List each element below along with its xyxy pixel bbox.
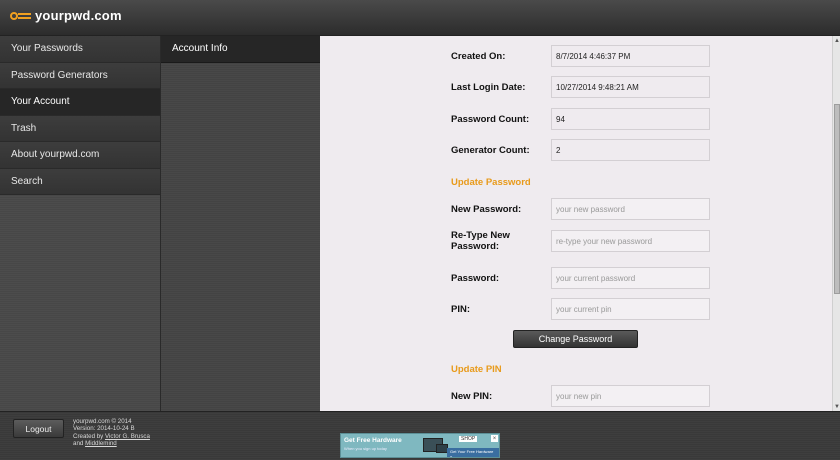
subnav-item-account-info[interactable]: Account Info [161, 36, 320, 63]
new-pin-row: New PIN: [451, 385, 551, 407]
new-password-label: New Password: [451, 203, 522, 215]
account-panel: Created On: 8/7/2014 4:46:37 PM Last Log… [320, 36, 832, 411]
last-login-row: Last Login Date: [451, 76, 551, 98]
sidebar-item-your-passwords[interactable]: Your Passwords [0, 36, 160, 63]
author-link[interactable]: Victor G. Brusca [105, 433, 150, 440]
shop-label: SHOP [459, 436, 478, 442]
created-by-line: Created by Victor G. Brusca [73, 433, 150, 440]
retype-password-label: Re-Type New Password: [451, 230, 510, 252]
last-login-value: 10/27/2014 9:48:21 AM [551, 76, 710, 98]
copyright-text: yourpwd.com © 2014 [73, 418, 132, 425]
new-password-row: New Password: [451, 198, 551, 220]
created-on-value: 8/7/2014 4:46:37 PM [551, 45, 710, 67]
close-icon[interactable]: × [491, 435, 498, 442]
sidebar-item-password-generators[interactable]: Password Generators [0, 62, 160, 89]
retype-password-row: Re-Type New Password: [451, 230, 551, 252]
new-pin-input[interactable]: your new pin [551, 385, 710, 407]
retype-password-input[interactable]: re-type your new password [551, 230, 710, 252]
sidebar: Your Passwords Password Generators Your … [0, 36, 160, 411]
update-pin-heading: Update PIN [451, 364, 502, 375]
key-icon [10, 9, 32, 23]
subnav: Account Info [160, 36, 320, 411]
ad-subline: When you sign up today [344, 446, 387, 451]
created-by-prefix: Created by [73, 432, 104, 440]
footer-credits: yourpwd.com © 2014 Version: 2014-10-24 B… [73, 418, 150, 447]
sidebar-item-your-account[interactable]: Your Account [0, 89, 160, 116]
generator-count-row: Generator Count: [451, 139, 551, 161]
created-on-label: Created On: [451, 50, 506, 62]
logo[interactable]: yourpwd.com [10, 8, 122, 23]
company-link[interactable]: Middlemind [85, 440, 117, 447]
password-count-row: Password Count: [451, 108, 551, 130]
generator-count-value: 2 [551, 139, 710, 161]
password-count-label: Password Count: [451, 113, 530, 125]
and-text: and [73, 439, 84, 447]
pin-row: PIN: [451, 298, 551, 320]
sidebar-item-search[interactable]: Search [0, 168, 160, 195]
current-password-row: Password: [451, 267, 551, 289]
scroll-down-icon[interactable]: ▼ [833, 402, 840, 411]
new-password-input[interactable]: your new password [551, 198, 710, 220]
ad-cta-button[interactable]: Get Your Free Hardware » [447, 448, 499, 457]
current-password-input[interactable]: your current password [551, 267, 710, 289]
created-on-row: Created On: [451, 45, 551, 67]
version-text: Version: 2014-10-24 B [73, 425, 135, 433]
current-password-label: Password: [451, 272, 500, 284]
vertical-scrollbar[interactable]: ▲ ▼ [832, 36, 840, 411]
logout-button[interactable]: Logout [13, 419, 64, 438]
company-line: and Middlemind [73, 440, 150, 447]
logo-text: yourpwd.com [35, 8, 122, 23]
footer: Logout yourpwd.com © 2014 Version: 2014-… [0, 411, 840, 460]
sidebar-item-about[interactable]: About yourpwd.com [0, 142, 160, 169]
generator-count-label: Generator Count: [451, 144, 530, 156]
last-login-label: Last Login Date: [451, 81, 526, 93]
top-bar: yourpwd.com [0, 0, 840, 36]
current-pin-input[interactable]: your current pin [551, 298, 710, 320]
password-count-value: 94 [551, 108, 710, 130]
ad-headline: Get Free Hardware [344, 437, 402, 444]
sidebar-item-trash[interactable]: Trash [0, 115, 160, 142]
change-password-button[interactable]: Change Password [513, 330, 638, 348]
scrollbar-thumb[interactable] [834, 104, 840, 294]
update-password-heading: Update Password [451, 177, 531, 188]
scroll-up-icon[interactable]: ▲ [833, 36, 840, 45]
pin-label: PIN: [451, 303, 470, 315]
new-pin-label: New PIN: [451, 390, 493, 402]
ad-banner[interactable]: Get Free Hardware When you sign up today… [340, 433, 500, 458]
